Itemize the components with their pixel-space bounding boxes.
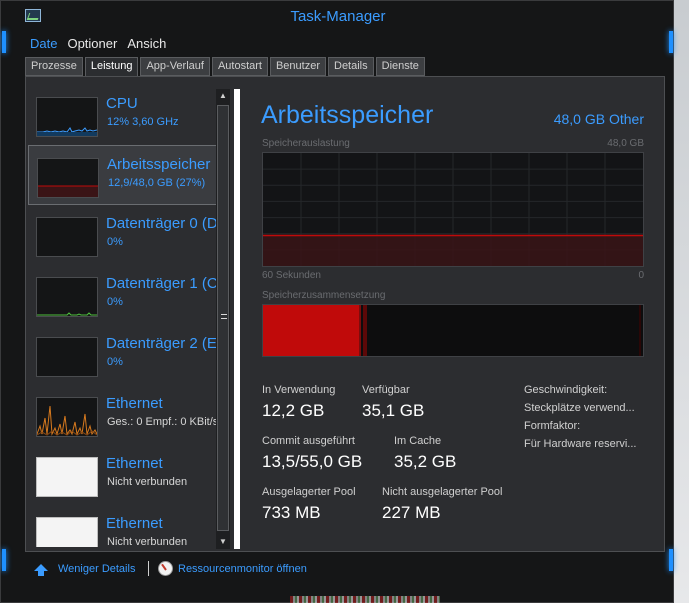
scroll-thumb[interactable] bbox=[217, 105, 229, 531]
sidebar-item-title: Datenträger 1 (C bbox=[106, 275, 218, 292]
hardware-reserved-label: Für Hardware reservi... bbox=[524, 438, 637, 450]
composition-chart-label: Speicherzusammensetzung bbox=[262, 290, 386, 301]
frame-accent-glow bbox=[2, 31, 6, 53]
performance-panel: CPU 12% 3,60 GHz Arbeitsspeicher 12,9/48… bbox=[25, 76, 665, 552]
in-use-label: In Verwendung bbox=[262, 384, 336, 396]
slots-label: Steckplätze verwend... bbox=[524, 402, 635, 414]
available-value: 35,1 GB bbox=[362, 401, 425, 420]
tab-performance[interactable]: Leistung bbox=[84, 57, 139, 77]
sidebar-item-title: Ethernet bbox=[106, 515, 163, 532]
footer-separator bbox=[148, 561, 149, 576]
sidebar-scrollbar[interactable]: ▲ ▼ bbox=[216, 89, 230, 549]
cpu-mini-graph bbox=[36, 97, 98, 137]
menu-view[interactable]: Ansich bbox=[122, 35, 171, 53]
ethernet-mini-graph bbox=[36, 397, 98, 437]
page-title: Arbeitsspeicher bbox=[261, 101, 434, 129]
usage-area bbox=[263, 235, 643, 266]
sidebar-item-subtitle: 12% 3,60 GHz bbox=[107, 116, 179, 128]
memory-composition-bar bbox=[262, 304, 644, 357]
chart-axis-right-label: 0 bbox=[638, 270, 644, 281]
sidebar-item-disk-1[interactable]: Datenträger 1 (C 0% bbox=[28, 265, 228, 325]
cached-value: 35,2 GB bbox=[394, 452, 457, 471]
sidebar-item-title: Ethernet bbox=[106, 455, 163, 472]
usage-chart-svg bbox=[263, 153, 643, 266]
ethernet-mini-graph bbox=[36, 517, 98, 547]
nonpaged-pool-label: Nicht ausgelagerter Pool bbox=[382, 486, 503, 498]
ethernet-mini-graph bbox=[36, 457, 98, 497]
title-bar[interactable]: Task-Manager bbox=[1, 1, 675, 31]
scroll-grip-icon bbox=[221, 314, 227, 319]
commit-value: 13,5/55,0 GB bbox=[262, 452, 363, 471]
composition-in-use-segment bbox=[263, 305, 361, 356]
sidebar-item-ethernet-3[interactable]: Ethernet Nicht verbunden bbox=[28, 505, 228, 547]
fewer-details-link[interactable]: Weniger Details bbox=[58, 563, 135, 575]
tab-bar: Prozesse Leistung App-Verlauf Autostart … bbox=[25, 57, 427, 77]
composition-modified-segment bbox=[363, 305, 367, 356]
sidebar-item-subtitle: Nicht verbunden bbox=[107, 476, 188, 488]
tab-startup[interactable]: Autostart bbox=[211, 57, 268, 76]
usage-chart-label: Speicherauslastung bbox=[262, 138, 350, 149]
speed-label: Geschwindigkeit: bbox=[524, 384, 608, 396]
disk-mini-graph bbox=[36, 337, 98, 377]
chart-axis-left-label: 60 Sekunden bbox=[262, 270, 321, 281]
scroll-up-arrow-icon[interactable]: ▲ bbox=[216, 89, 230, 103]
sidebar-item-ethernet-1[interactable]: Ethernet Ges.: 0 Empf.: 0 KBit/s bbox=[28, 385, 228, 445]
memory-usage-chart bbox=[262, 152, 644, 267]
in-use-value: 12,2 GB bbox=[262, 401, 325, 420]
sidebar-item-subtitle: Ges.: 0 Empf.: 0 KBit/s bbox=[107, 416, 219, 428]
available-label: Verfügbar bbox=[362, 384, 410, 396]
sidebar-item-cpu[interactable]: CPU 12% 3,60 GHz bbox=[28, 85, 228, 145]
paged-pool-value: 733 MB bbox=[262, 503, 321, 522]
commit-label: Commit ausgeführt bbox=[262, 435, 355, 447]
sidebar-item-title: Datenträger 0 (D bbox=[106, 215, 218, 232]
menu-date[interactable]: Date bbox=[25, 35, 62, 53]
chevron-up-icon[interactable] bbox=[33, 563, 49, 577]
composition-standby-segment bbox=[639, 305, 641, 356]
memory-mini-graph bbox=[37, 158, 99, 198]
sidebar-item-disk-0[interactable]: Datenträger 0 (D 0% bbox=[28, 205, 228, 265]
desktop-background bbox=[673, 0, 689, 603]
tab-services[interactable]: Dienste bbox=[375, 57, 425, 76]
disk-mini-graph bbox=[36, 277, 98, 317]
menu-bar: Date Optioner Ansich bbox=[25, 35, 171, 53]
resource-sidebar: CPU 12% 3,60 GHz Arbeitsspeicher 12,9/48… bbox=[28, 79, 228, 547]
sidebar-item-subtitle: 0% bbox=[107, 356, 123, 368]
sidebar-item-subtitle: 0% bbox=[107, 296, 123, 308]
window-frame: Task-Manager Date Optioner Ansich Prozes… bbox=[0, 0, 674, 603]
sidebar-item-title: Arbeitsspeicher bbox=[107, 156, 211, 173]
tab-users[interactable]: Benutzer bbox=[269, 57, 326, 76]
sidebar-item-disk-2[interactable]: Datenträger 2 (E 0% bbox=[28, 325, 228, 385]
tab-details[interactable]: Details bbox=[328, 57, 374, 76]
memory-detail-pane: Arbeitsspeicher 48,0 GB Other Speicherau… bbox=[254, 89, 654, 545]
cached-label: Im Cache bbox=[394, 435, 442, 447]
nonpaged-pool-value: 227 MB bbox=[382, 503, 441, 522]
sidebar-item-title: Datenträger 2 (E bbox=[106, 335, 217, 352]
sidebar-item-memory[interactable]: Arbeitsspeicher 12,9/48,0 GB (27%) bbox=[28, 145, 228, 205]
footer-bar: Weniger Details Ressourcenmonitor öffnen bbox=[25, 558, 665, 580]
scroll-down-arrow-icon[interactable]: ▼ bbox=[216, 535, 230, 549]
menu-options[interactable]: Optioner bbox=[62, 35, 122, 53]
sidebar-item-subtitle: 12,9/48,0 GB (27%) bbox=[108, 177, 206, 189]
sidebar-item-subtitle: Nicht verbunden bbox=[107, 536, 188, 547]
form-factor-label: Formfaktor: bbox=[524, 420, 581, 432]
paged-pool-label: Ausgelagerter Pool bbox=[262, 486, 356, 498]
disk-mini-graph bbox=[36, 217, 98, 257]
sidebar-item-subtitle: 0% bbox=[107, 236, 123, 248]
frame-accent-glow bbox=[669, 549, 673, 571]
resource-monitor-icon[interactable] bbox=[158, 561, 173, 576]
sidebar-item-ethernet-2[interactable]: Ethernet Nicht verbunden bbox=[28, 445, 228, 505]
tab-app-history[interactable]: App-Verlauf bbox=[140, 57, 210, 76]
frame-accent-glow bbox=[669, 31, 673, 53]
pane-divider[interactable] bbox=[234, 89, 240, 549]
desktop-background-strip bbox=[290, 596, 440, 603]
task-manager-window: Task-Manager Date Optioner Ansich Prozes… bbox=[0, 0, 689, 603]
resource-monitor-link[interactable]: Ressourcenmonitor öffnen bbox=[178, 563, 307, 575]
window-title: Task-Manager bbox=[290, 8, 386, 25]
sidebar-item-title: CPU bbox=[106, 95, 138, 112]
sidebar-item-title: Ethernet bbox=[106, 395, 163, 412]
memory-total: 48,0 GB Other bbox=[553, 111, 644, 127]
frame-accent-glow bbox=[2, 549, 6, 571]
tab-processes[interactable]: Prozesse bbox=[25, 57, 83, 76]
usage-chart-max: 48,0 GB bbox=[607, 138, 644, 149]
